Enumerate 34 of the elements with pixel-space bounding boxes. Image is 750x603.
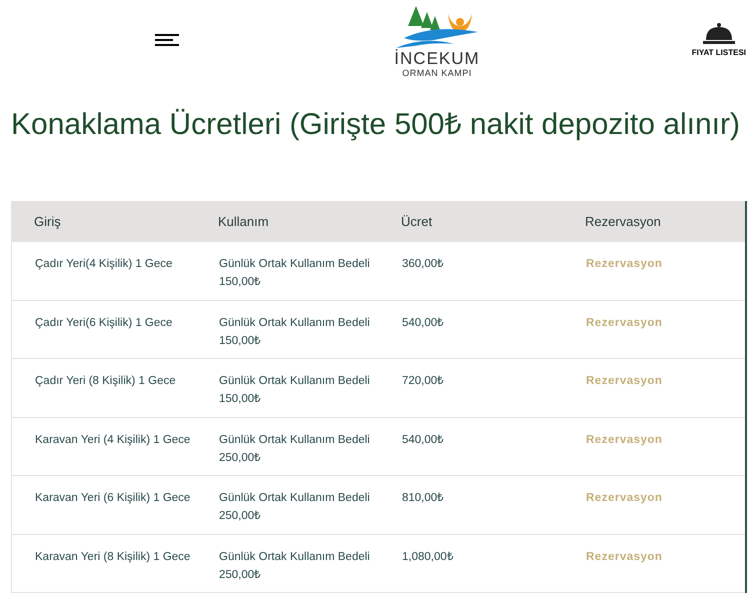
table-cell-text: 540,00₺ [402, 316, 446, 330]
logo-name: İNCEKUM [394, 50, 480, 68]
reservation-link[interactable]: Rezervasyon [586, 492, 662, 504]
reservation-link[interactable]: Rezervasyon [586, 258, 662, 270]
table-cell-text: Karavan Yeri (8 Kişilik) 1 Gece [35, 550, 192, 564]
table-cell-text: Günlük Ortak Kullanım Bedeli 250,00₺ [219, 432, 371, 466]
column-header: Ücret [401, 212, 434, 231]
table-cell-text: Günlük Ortak Kullanım Bedeli 250,00₺ [219, 550, 371, 582]
reservation-link[interactable]: Rezervasyon [586, 316, 662, 328]
logo-subtitle: ORMAN KAMPI [402, 68, 472, 78]
service-bell-icon [702, 22, 736, 46]
table-cell-text: Günlük Ortak Kullanım Bedeli 250,00₺ [219, 491, 371, 524]
table-cell-text: 1,080,00₺ [402, 550, 455, 564]
reservation-link[interactable]: Rezervasyon [586, 434, 662, 446]
table-cell-text: Günlük Ortak Kullanım Bedeli 150,00₺ [219, 257, 371, 290]
menu-icon[interactable] [155, 34, 179, 46]
table-cell-text: 720,00₺ [402, 374, 446, 389]
column-header: Giriş [34, 212, 62, 231]
reservation-link[interactable]: Rezervasyon [586, 375, 662, 387]
page-title: Konaklama Ücretleri (Girişte 500₺ nakit depozito alınır) [11, 107, 741, 143]
column-header: Kullanım [218, 212, 270, 231]
reservation-link[interactable]: Rezervasyon [586, 550, 662, 562]
table-cell-text: Günlük Ortak Kullanım Bedeli 150,00₺ [219, 374, 371, 407]
table-cell-text: 540,00₺ [402, 432, 446, 448]
table-cell-text: Karavan Yeri (4 Kişilik) 1 Gece [35, 432, 192, 448]
price-list-button[interactable]: FIYAT LISTESI [692, 22, 746, 58]
table-cell-text: 810,00₺ [402, 491, 446, 506]
table-cell-text: Günlük Ortak Kullanım Bedeli 150,00₺ [219, 316, 371, 348]
table-cell-text: Karavan Yeri (6 Kişilik) 1 Gece [35, 491, 192, 506]
table-cell-text: 360,00₺ [402, 257, 446, 272]
table-cell-text: Çadır Yeri(4 Kişilik) 1 Gece [35, 257, 174, 272]
column-header: Rezervasyon [585, 212, 662, 231]
table-cell-text: Çadır Yeri(6 Kişilik) 1 Gece [35, 316, 174, 330]
table-cell-text: Çadır Yeri (8 Kişilik) 1 Gece [35, 374, 177, 389]
